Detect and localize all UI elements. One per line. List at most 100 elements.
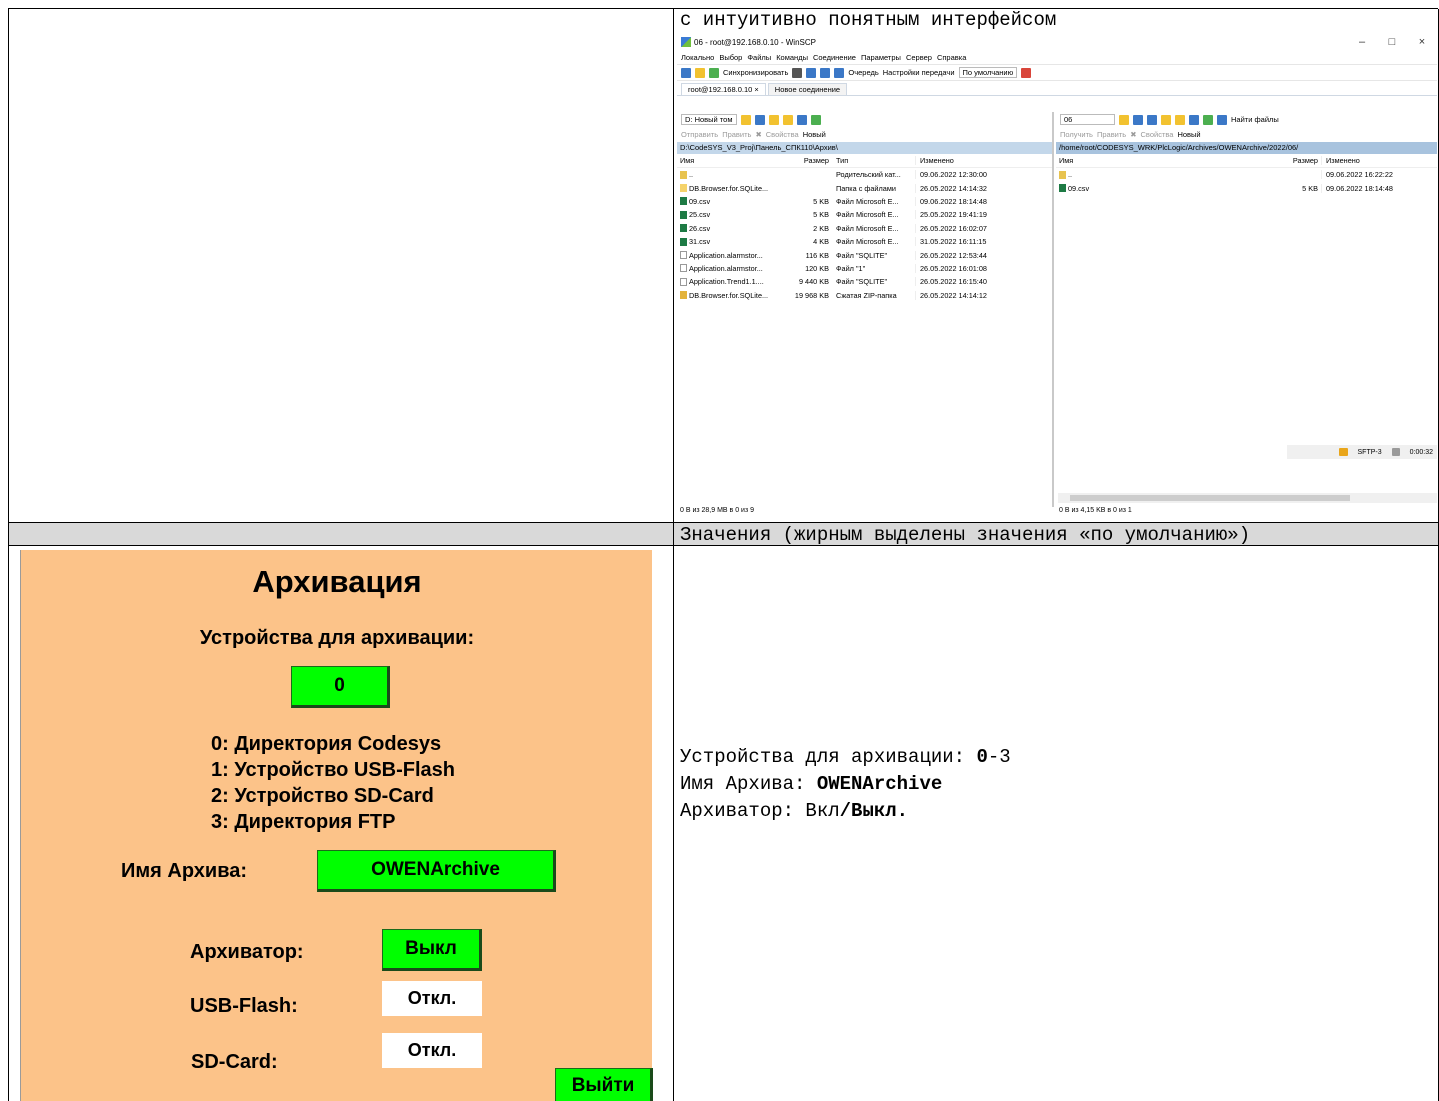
table-row[interactable]: Application.Trend1.1.... 9 440 KB Файл "SQ… <box>677 275 1052 288</box>
menu-local[interactable]: Локально <box>681 53 714 62</box>
local-actions: Отправить Править ✖ Свойства Новый <box>677 127 1052 142</box>
tab-session[interactable]: root@192.168.0.10 × <box>681 83 766 95</box>
file-panes: D: Новый том Отправить Править ✖ Свойств… <box>677 112 1437 521</box>
local-path[interactable]: D:\CodeSYS_V3_Proj\Панель_СПК110\Архив\ <box>677 142 1052 154</box>
table-row[interactable]: .. Родительский кат... 09.06.2022 12:30:00 <box>677 168 1052 181</box>
hmi-panel: Архивация Устройства для архивации: 0 0:… <box>20 550 653 1101</box>
filter-icon[interactable] <box>1133 114 1143 125</box>
excel-file-icon <box>680 210 687 219</box>
filter-icon[interactable] <box>754 114 765 125</box>
table-row[interactable]: Application.alarmstor... 116 KB Файл "SQLI… <box>677 248 1052 261</box>
transfer-settings-select[interactable]: По умолчанию <box>958 67 1018 78</box>
tab-new-session[interactable]: Новое соединение <box>767 83 848 95</box>
local-new-button[interactable]: Новый <box>803 130 826 139</box>
file-icon <box>680 251 687 260</box>
main-toolbar: Синхронизировать Очередь Настройки перед… <box>677 65 1437 81</box>
remote-dir-select[interactable]: 06 <box>1060 114 1115 125</box>
menu-server[interactable]: Сервер <box>906 53 932 62</box>
local-properties-button[interactable]: Свойства <box>766 130 799 139</box>
remote-edit-button[interactable]: Править <box>1097 130 1126 139</box>
col-name[interactable]: Имя <box>1056 156 1271 165</box>
maximize-button[interactable]: □ <box>1377 36 1407 48</box>
exit-button[interactable]: Выйти <box>555 1068 653 1101</box>
connection-status: SFTP-3 0:00:32 <box>1287 445 1437 459</box>
archive-name-button[interactable]: OWENArchive <box>317 850 556 892</box>
local-toolbar: D: Новый том <box>677 112 1052 127</box>
open-folder-icon[interactable] <box>740 114 751 125</box>
scrollbar-thumb[interactable] <box>1070 495 1350 501</box>
local-drive-select[interactable]: D: Новый том <box>681 114 737 125</box>
file-name: DB.Browser.for.SQLite... <box>689 290 769 300</box>
archiver-toggle-button[interactable]: Выкл <box>382 929 482 971</box>
remote-path[interactable]: /home/root/CODESYS_WRK/PlcLogic/Archives… <box>1056 142 1437 154</box>
parent-dir-icon[interactable] <box>768 114 779 125</box>
home-icon[interactable] <box>1189 114 1199 125</box>
col-size[interactable]: Размер <box>782 156 832 165</box>
winscp-logo-icon <box>681 37 691 47</box>
refresh-icon[interactable] <box>810 114 821 125</box>
open-folder-icon[interactable] <box>1119 114 1129 125</box>
send-button[interactable]: Отправить <box>681 130 718 139</box>
local-delete-icon[interactable]: ✖ <box>755 130 761 139</box>
table-row[interactable]: 26.csv 2 KB Файл Microsoft E... 26.05.2022 … <box>677 222 1052 235</box>
file-name: 09.csv <box>689 196 711 206</box>
minimize-button[interactable]: – <box>1347 36 1377 48</box>
refresh-icon[interactable] <box>1203 114 1213 125</box>
file-size: 120 KB <box>805 263 829 273</box>
file-icon <box>680 277 687 286</box>
root-dir-icon[interactable] <box>782 114 793 125</box>
devices-range: -3 <box>987 746 1011 768</box>
sync-button[interactable]: Синхронизировать <box>723 68 788 77</box>
archive-name-label: Имя Архива: <box>121 860 248 882</box>
lock-icon <box>1338 448 1348 456</box>
local-edit-button[interactable]: Править <box>722 130 751 139</box>
sync-browse-icon[interactable] <box>695 67 705 78</box>
table-row[interactable]: 31.csv 4 KB Файл Microsoft E... 31.05.2022 … <box>677 235 1052 248</box>
back-icon[interactable] <box>1147 114 1157 125</box>
excel-file-icon <box>1059 184 1066 193</box>
queue-button[interactable]: Очередь <box>848 68 878 77</box>
console-icon[interactable] <box>792 67 803 78</box>
menu-session[interactable]: Соединение <box>813 53 856 62</box>
col-type[interactable]: Тип <box>832 156 915 165</box>
remote-status: 0 B из 4,15 KB в 0 из 1 <box>1059 507 1132 514</box>
menu-files[interactable]: Файлы <box>747 53 771 62</box>
parent-dir-icon[interactable] <box>1161 114 1171 125</box>
file-name: DB.Browser.for.SQLite... <box>689 183 769 193</box>
transfer-settings-icon[interactable] <box>1021 67 1032 78</box>
section-header-right: Значения (жирным выделены значения «по у… <box>674 523 1439 546</box>
table-row[interactable]: DB.Browser.for.SQLite... Папка с файлами 2… <box>677 181 1052 194</box>
table-row[interactable]: Application.alarmstor... 120 KB Файл "1" 26… <box>677 262 1052 275</box>
get-button[interactable]: Получить <box>1060 130 1093 139</box>
table-row[interactable]: 09.csv 5 KB Файл Microsoft E... 09.06.2022 … <box>677 195 1052 208</box>
menu-options[interactable]: Параметры <box>861 53 901 62</box>
file-name: Application.Trend1.1.... <box>689 277 764 287</box>
close-button[interactable]: × <box>1407 36 1437 48</box>
remote-delete-icon[interactable]: ✖ <box>1130 130 1136 139</box>
horizontal-scrollbar[interactable] <box>1058 493 1437 503</box>
col-size[interactable]: Размер <box>1271 156 1321 165</box>
table-row[interactable]: 25.csv 5 KB Файл Microsoft E... 25.05.2022 … <box>677 208 1052 221</box>
table-row[interactable]: .. 09.06.2022 16:22:22 <box>1056 168 1437 181</box>
home-icon[interactable] <box>796 114 807 125</box>
remote-new-button[interactable]: Новый <box>1177 130 1200 139</box>
col-changed[interactable]: Изменено <box>1321 156 1431 165</box>
compare-icon[interactable] <box>681 67 691 78</box>
local-file-list: .. Родительский кат... 09.06.2022 12:30:00… <box>677 168 1052 302</box>
archiver-on-value: Вкл <box>805 800 840 822</box>
devices-value-button[interactable]: 0 <box>291 666 390 708</box>
file-size: 4 KB <box>813 237 829 247</box>
up-folder-icon <box>680 170 687 179</box>
table-row[interactable]: DB.Browser.for.SQLite... 19 968 KB Сжатая … <box>677 289 1052 302</box>
root-dir-icon[interactable] <box>1175 114 1185 125</box>
find-files-button[interactable]: Найти файлы <box>1231 115 1279 124</box>
table-row[interactable]: 09.csv 5 KB 09.06.2022 18:14:48 <box>1056 181 1437 194</box>
menu-select[interactable]: Выбор <box>719 53 742 62</box>
putty-icon[interactable] <box>806 67 817 78</box>
menu-commands[interactable]: Команды <box>776 53 808 62</box>
menu-help[interactable]: Справка <box>937 53 966 62</box>
preferences-icon[interactable] <box>820 67 831 78</box>
remote-properties-button[interactable]: Свойства <box>1141 130 1174 139</box>
col-changed[interactable]: Изменено <box>915 156 1020 165</box>
col-name[interactable]: Имя <box>677 156 782 165</box>
